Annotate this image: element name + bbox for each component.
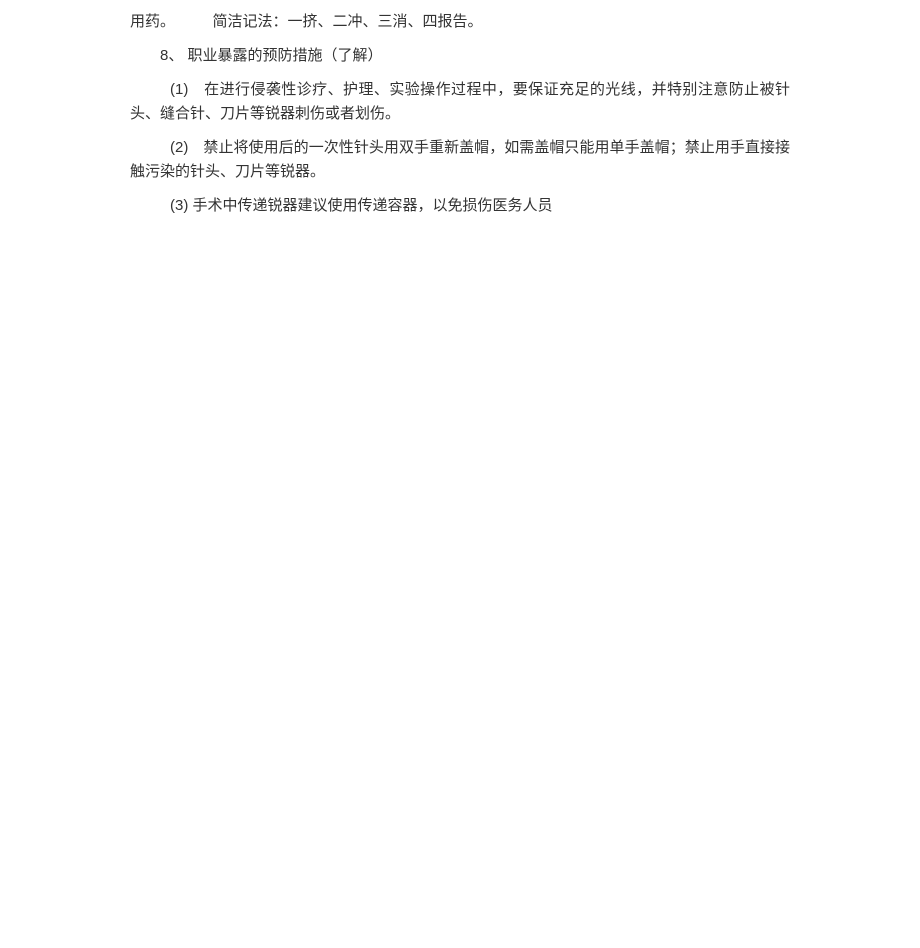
paragraph-item-3: (3) 手术中传递锐器建议使用传递容器，以免损伤医务人员 (130, 194, 790, 218)
paragraph-item-1: (1) 在进行侵袭性诊疗、护理、实验操作过程中，要保证充足的光线，并特别注意防止… (130, 78, 790, 126)
paragraph-heading-8: 8、 职业暴露的预防措施（了解） (130, 44, 790, 68)
document-content: 用药。 简洁记法：一挤、二冲、三消、四报告。 8、 职业暴露的预防措施（了解） … (0, 10, 920, 218)
paragraph-item-2: (2) 禁止将使用后的一次性针头用双手重新盖帽，如需盖帽只能用单手盖帽；禁止用手… (130, 136, 790, 184)
paragraph-first: 用药。 简洁记法：一挤、二冲、三消、四报告。 (130, 10, 790, 34)
